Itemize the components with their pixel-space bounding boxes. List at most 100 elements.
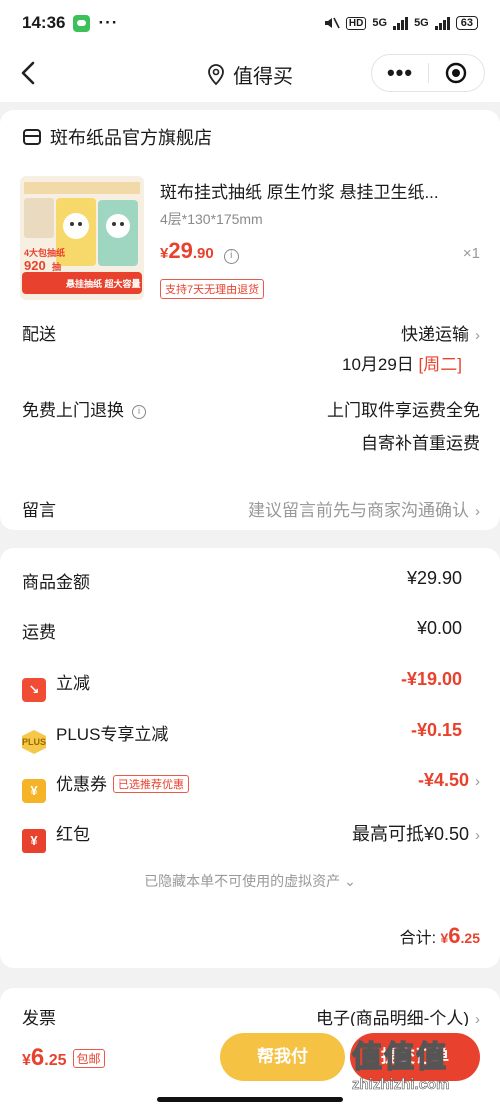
plus-badge-icon: PLUS xyxy=(22,730,46,754)
discount-value: -¥19.00 xyxy=(400,669,462,689)
thumb-label: 4大包抽纸 xyxy=(24,247,65,258)
free-shipping-badge: 包邮 xyxy=(72,1048,105,1068)
invoice-row[interactable]: 发票 电子(商品明细-个人) › xyxy=(22,1004,480,1028)
free-return-line1: 上门取件享运费全免 xyxy=(327,401,480,420)
plus-discount-row: PLUS PLUS专享立减 -¥0.15 xyxy=(22,720,480,754)
checkout-price: ¥ 6 .25 包邮 xyxy=(22,1044,105,1072)
delivery-date-row: 10月29日 [周二] xyxy=(22,350,480,374)
close-miniapp-icon[interactable] xyxy=(429,62,484,84)
discount-label: 立减 xyxy=(56,674,90,693)
product-title[interactable]: 斑布挂式抽纸 原生竹浆 悬挂卫生纸... xyxy=(160,178,439,203)
thumb-count: 920 xyxy=(24,258,46,273)
network-label-2: 5G xyxy=(414,17,429,29)
coupon-icon: ¥ xyxy=(22,779,46,803)
miniapp-capsule: ••• xyxy=(371,54,485,92)
hd-icon: HD xyxy=(345,16,367,30)
location-pin-icon xyxy=(208,64,224,86)
free-return-label-wrap: 免费上门退换 i xyxy=(22,396,146,421)
delivery-row[interactable]: 配送 快递运输 › xyxy=(22,320,480,344)
message-field[interactable]: 建议留言前先与商家沟通确认 › xyxy=(248,496,480,521)
coupon-row[interactable]: ¥ 优惠券 已选推荐优惠 -¥4.50 › xyxy=(22,770,480,803)
chevron-down-icon: ⌄ xyxy=(344,873,356,889)
free-return-line2: 自寄补首重运费 xyxy=(361,434,480,453)
total-label: 合计: xyxy=(399,930,437,947)
chevron-right-icon: › xyxy=(475,327,480,344)
red-packet-row[interactable]: ¥ 红包 最高可抵¥0.50 › xyxy=(22,820,480,853)
checkout-decimal: .25 xyxy=(44,1052,67,1069)
shipping-value: ¥0.00 xyxy=(416,618,462,638)
chevron-right-icon: › xyxy=(475,503,480,520)
discount-row: ↘ 立减 -¥19.00 xyxy=(22,669,480,702)
free-return-info-icon[interactable]: i xyxy=(132,405,146,419)
store-header[interactable]: 斑布纸品官方旗舰店 xyxy=(22,124,212,150)
price-info-icon[interactable]: i xyxy=(223,249,239,264)
red-packet-label-wrap: ¥ 红包 xyxy=(22,820,90,853)
free-return-row: 免费上门退换 i 上门取件享运费全免 xyxy=(22,396,480,420)
submit-order-button[interactable]: 提交订单 xyxy=(350,1033,480,1081)
order-total: 合计: ¥6.25 xyxy=(400,923,480,949)
product-price: ¥ 29 .90 i xyxy=(160,238,239,264)
store-icon xyxy=(23,129,41,145)
goods-amount-value: ¥29.90 xyxy=(406,568,462,588)
battery-icon: 63 xyxy=(455,16,478,30)
goods-amount-label: 商品金额 xyxy=(22,573,90,592)
price-summary-card: 商品金额 ¥29.90 运费 ¥0.00 ↘ 立减 -¥19.00 PLUS PLU… xyxy=(0,548,500,968)
thumb-unit: 抽 xyxy=(52,261,61,272)
red-packet-value-wrap: 最高可抵¥0.50 › xyxy=(352,820,480,846)
free-return-label: 免费上门退换 xyxy=(22,401,124,420)
chevron-right-icon: › xyxy=(475,827,480,844)
delivery-weekday: [周二] xyxy=(418,355,462,374)
message-row[interactable]: 留言 建议留言前先与商家沟通确认 › xyxy=(22,496,480,520)
total-integer: 6 xyxy=(448,923,461,948)
page-title-text: 值得买 xyxy=(233,66,293,88)
more-menu-icon[interactable]: ••• xyxy=(372,58,428,88)
red-packet-label: 红包 xyxy=(56,825,90,844)
network-label-1: 5G xyxy=(372,17,388,29)
free-return-row-2: 自寄补首重运费 xyxy=(22,429,480,453)
price-currency: ¥ xyxy=(160,245,169,262)
return-policy-badge: 支持7天无理由退货 xyxy=(160,279,265,299)
status-bar: 14:36 ··· HD 5G 5G 63 xyxy=(0,0,500,46)
discount-label-wrap: ↘ 立减 xyxy=(22,669,90,702)
store-name: 斑布纸品官方旗舰店 xyxy=(50,128,212,148)
product-quantity: ×1 xyxy=(462,245,480,262)
product-spec: 4层*130*175mm xyxy=(160,211,263,227)
help-me-pay-button[interactable]: 帮我付 xyxy=(220,1033,345,1081)
hidden-assets-text: 已隐藏本单不可使用的虚拟资产 xyxy=(144,873,341,889)
message-label: 留言 xyxy=(22,501,56,520)
delivery-date-text: 10月29日 xyxy=(341,355,414,374)
wechat-notification-icon xyxy=(73,14,91,32)
red-packet-value: 最高可抵¥0.50 xyxy=(351,824,469,844)
checkout-currency: ¥ xyxy=(22,1052,31,1069)
hidden-assets-toggle[interactable]: 已隐藏本单不可使用的虚拟资产 ⌄ xyxy=(0,871,500,891)
plus-value: -¥0.15 xyxy=(410,720,462,740)
price-decimal: .90 xyxy=(192,245,214,262)
price-integer: 29 xyxy=(168,238,193,263)
goods-amount-row: 商品金额 ¥29.90 xyxy=(22,568,480,592)
status-indicators: HD 5G 5G 63 xyxy=(322,15,478,31)
mute-icon xyxy=(324,17,340,29)
product-thumbnail[interactable]: 4大包抽纸 920 抽 悬挂抽纸 超大容量 xyxy=(20,176,144,300)
status-time: 14:36 xyxy=(22,13,66,32)
chevron-right-icon: › xyxy=(475,773,480,790)
red-packet-icon: ¥ xyxy=(22,829,46,853)
discount-down-icon: ↘ xyxy=(22,678,46,702)
coupon-label-wrap: ¥ 优惠券 已选推荐优惠 xyxy=(22,770,189,803)
thumb-band: 悬挂抽纸 超大容量 xyxy=(65,278,141,289)
delivery-method-text: 快递运输 xyxy=(401,325,469,344)
total-decimal: .25 xyxy=(460,930,480,946)
coupon-recommended-tag: 已选推荐优惠 xyxy=(113,775,189,793)
coupon-value-wrap: -¥4.50 › xyxy=(418,770,480,791)
plus-label: PLUS专享立减 xyxy=(56,725,169,744)
message-placeholder: 建议留言前先与商家沟通确认 xyxy=(248,501,469,520)
coupon-value: -¥4.50 xyxy=(417,770,469,790)
nav-bar: 值得买 ••• xyxy=(0,46,500,102)
shipping-row: 运费 ¥0.00 xyxy=(22,618,480,642)
delivery-date: 10月29日 [周二] xyxy=(342,350,462,375)
delivery-method: 快递运输 › xyxy=(401,320,480,345)
more-notifications-icon: ··· xyxy=(98,13,119,32)
home-indicator[interactable] xyxy=(157,1097,343,1102)
coupon-label: 优惠券 xyxy=(56,775,107,794)
checkout-integer: 6 xyxy=(30,1044,45,1071)
signal-icon-2 xyxy=(434,16,450,30)
